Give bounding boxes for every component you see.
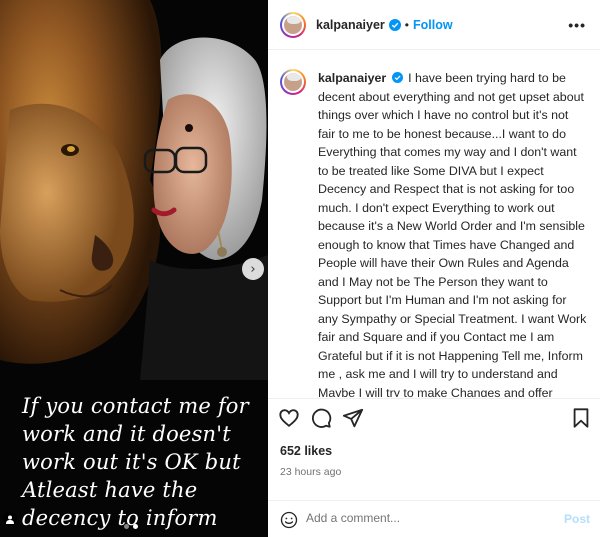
- more-options-icon[interactable]: •••: [568, 17, 586, 33]
- carousel-indicators: [124, 524, 138, 529]
- post-side-panel: kalpanaiyer • Follow ••• kalpanaiyer I h…: [268, 0, 600, 537]
- user-icon: [6, 515, 14, 524]
- carousel-dot-active: [133, 524, 138, 529]
- post-comment-button[interactable]: Post: [564, 512, 590, 526]
- comment-input[interactable]: [306, 511, 536, 525]
- follow-button[interactable]: Follow: [413, 18, 453, 32]
- caption-text: I have been trying hard to be decent abo…: [318, 71, 587, 397]
- verified-badge-icon: [388, 18, 401, 31]
- post-header: kalpanaiyer • Follow •••: [268, 0, 600, 50]
- header-username[interactable]: kalpanaiyer: [316, 18, 385, 32]
- carousel-next-button[interactable]: ›: [242, 258, 264, 280]
- like-count[interactable]: 652 likes: [280, 444, 332, 458]
- action-bar: [268, 398, 600, 436]
- caption-avatar[interactable]: [280, 69, 306, 95]
- share-paper-plane-icon[interactable]: [342, 407, 364, 429]
- carousel-dot: [124, 524, 129, 529]
- post-timestamp[interactable]: 23 hours ago: [280, 466, 341, 478]
- image-overlay-text: If you contact me for work and it doesn'…: [22, 394, 249, 537]
- avatar[interactable]: [280, 11, 306, 38]
- caption-text-block: kalpanaiyer I have been trying hard to b…: [318, 69, 588, 397]
- post-image[interactable]: If you contact me for work and it doesn'…: [0, 0, 268, 537]
- caption-section: kalpanaiyer I have been trying hard to b…: [268, 51, 600, 397]
- chevron-right-icon: ›: [250, 261, 256, 277]
- like-heart-icon[interactable]: [278, 407, 300, 429]
- comment-box: Post: [268, 500, 600, 537]
- caption-username[interactable]: kalpanaiyer: [318, 71, 386, 85]
- emoji-icon[interactable]: [280, 511, 298, 529]
- separator-dot: •: [404, 17, 409, 32]
- save-bookmark-icon[interactable]: [570, 407, 592, 429]
- comment-icon[interactable]: [310, 407, 332, 429]
- tagged-users-button[interactable]: [3, 512, 17, 526]
- verified-badge-icon: [391, 72, 403, 83]
